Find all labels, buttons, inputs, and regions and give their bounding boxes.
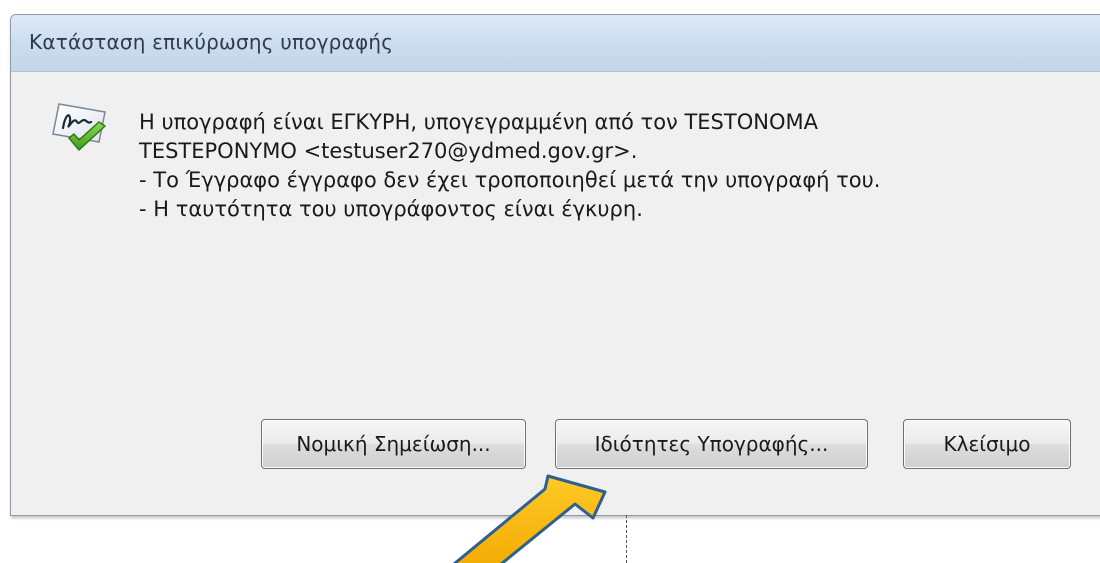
signature-properties-button[interactable]: Ιδιότητες Υπογραφής... [555,419,868,469]
valid-signature-icon [52,103,106,151]
background-divider [626,515,627,563]
message-line: - Η ταυτότητα του υπογράφοντος είναι έγκ… [139,197,643,221]
close-button[interactable]: Κλείσιμο [903,419,1071,469]
legal-notice-button[interactable]: Νομική Σημείωση... [261,419,526,469]
dialog-content: Η υπογραφή είναι ΕΓΚΥΡΗ, υπογεγραμμένη α… [11,72,1100,515]
message-line: Η υπογραφή είναι ΕΓΚΥΡΗ, υπογεγραμμένη α… [139,110,818,134]
dialog-titlebar[interactable]: Κατάσταση επικύρωσης υπογραφής [11,15,1100,72]
message-line: TESTEPONYMO <testuser270@ydmed.gov.gr>. [139,139,638,163]
validation-message: Η υπογραφή είναι ΕΓΚΥΡΗ, υπογεγραμμένη α… [139,108,1039,224]
signature-validation-dialog: Κατάσταση επικύρωσης υπογραφής Η υπογραφ… [10,14,1100,516]
dialog-title: Κατάσταση επικύρωσης υπογραφής [29,30,394,54]
message-line: - Το Έγγραφο έγγραφο δεν έχει τροποποιηθ… [139,168,881,192]
screenshot: Κατάσταση επικύρωσης υπογραφής Η υπογραφ… [0,0,1100,563]
